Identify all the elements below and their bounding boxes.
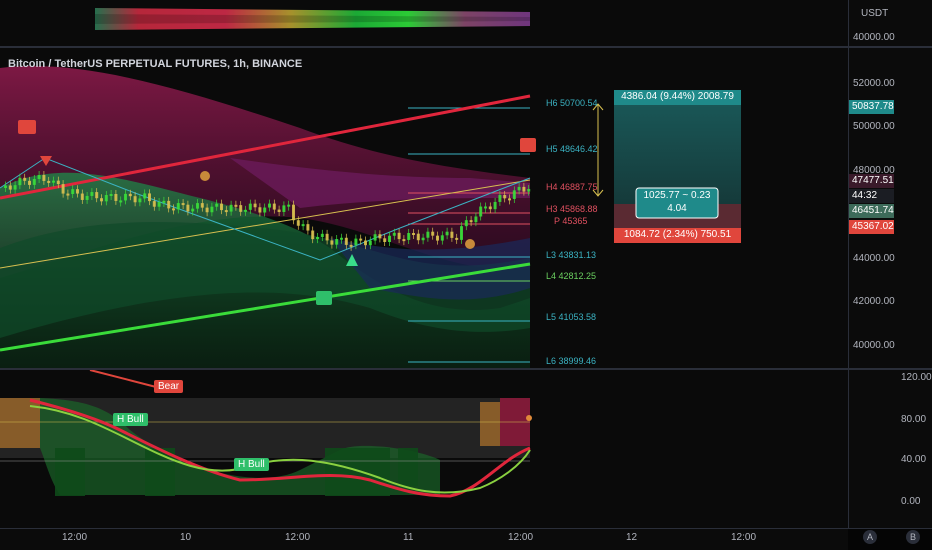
heatmap-strip-pane: [0, 0, 848, 46]
chart-window: USDT 40000.00 Bitcoin / TetherUS PERPETU…: [0, 0, 932, 550]
oscillator-chart: [0, 369, 532, 498]
heatmap-strip: [95, 8, 530, 30]
bear-label: Bear: [154, 380, 184, 393]
price-badge: 46451.74: [849, 204, 894, 218]
log-scale-button[interactable]: B: [906, 530, 920, 544]
time-tick-label: 12:00: [731, 532, 757, 543]
price-tick-label: 50000.00: [853, 121, 895, 132]
price-tick-label: 44000.00: [853, 253, 895, 264]
center-label-2: 4.04: [667, 203, 687, 214]
oscillator-pane[interactable]: Bear H Bull H Bull 80.0040.000.00-40.00-…: [0, 369, 880, 528]
price-tick-label: 40000.00: [853, 340, 895, 351]
osc-tick-label: 120.00: [901, 372, 932, 383]
pivot-label: L6 38999.46: [546, 356, 597, 366]
pivot-label: H4 46887.75: [546, 182, 598, 192]
stop-label: 1084.72 (2.34%) 750.51: [623, 229, 732, 240]
osc-tick-label: 80.00: [901, 414, 927, 425]
time-tick-label: 12:00: [62, 532, 88, 543]
heatmap-axis[interactable]: USDT 40000.00: [848, 0, 932, 46]
time-tick-label: 11: [403, 532, 414, 543]
bear-face-icon: [200, 171, 210, 181]
center-label-1: 1025.77 ~ 0.23: [643, 190, 711, 201]
time-tick-label: 12: [626, 532, 638, 543]
heatmap-axis-label: 40000.00: [853, 32, 895, 43]
currency-label: USDT: [861, 8, 889, 19]
osc-tick-label: 40.00: [901, 454, 927, 465]
price-badge: 44:32: [849, 189, 894, 203]
bull-face-icon: [465, 239, 475, 249]
hbull-label-2: H Bull: [234, 458, 269, 471]
price-badge: 45367.02: [849, 220, 894, 234]
price-badge: 50837.78: [849, 100, 894, 114]
auto-scale-button[interactable]: A: [863, 530, 877, 544]
pivot-label: L4 42812.25: [546, 271, 597, 281]
pivot-label: H5 48646.42: [546, 144, 598, 154]
osc-tick-label: 0.00: [901, 496, 921, 507]
pivot-label: H3 45868.88: [546, 204, 598, 214]
time-tick-label: 12:00: [285, 532, 311, 543]
pivot-label: L5 41053.58: [546, 312, 597, 322]
time-axis[interactable]: [0, 529, 848, 550]
target-zone[interactable]: [614, 91, 741, 204]
chart-title: Bitcoin / TetherUS PERPETUAL FUTURES, 1h…: [8, 58, 303, 70]
price-pane[interactable]: Bitcoin / TetherUS PERPETUAL FUTURES, 1h…: [0, 48, 848, 368]
price-badge: 47477.51: [849, 174, 894, 188]
pivot-label: H6 50700.54: [546, 98, 598, 108]
hbull-label-1: H Bull: [113, 413, 148, 426]
time-tick-label: 10: [180, 532, 192, 543]
oscillator-axis[interactable]: 120.00 80.00 40.00 0.00: [848, 370, 932, 528]
sell-label-icon: [18, 120, 36, 134]
price-tick-label: 52000.00: [853, 78, 895, 89]
price-tick-label: 42000.00: [853, 296, 895, 307]
pivot-label: P 45365: [554, 216, 588, 226]
sell-label-icon: [520, 138, 536, 152]
buy-label-icon: [316, 291, 332, 305]
price-axis[interactable]: 52000.00 50000.00 48000.00 44000.00 42000.00…: [848, 48, 932, 368]
target-label: 4386.04 (9.44%) 2008.79: [621, 91, 734, 102]
pivot-label: L3 43831.13: [546, 250, 597, 260]
time-tick-label: 12:00: [508, 532, 534, 543]
